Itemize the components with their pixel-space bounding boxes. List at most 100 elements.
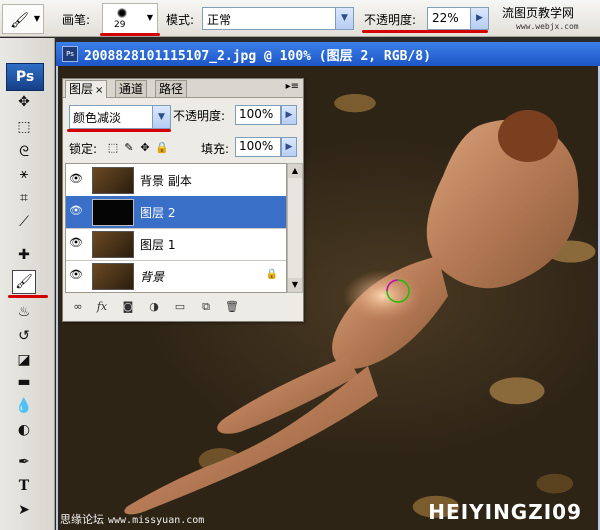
document-title-bar[interactable]: Ps 2008828101115107_2.jpg @ 100% (图层 2, … [56,42,600,66]
eye-icon[interactable]: 👁 [68,236,84,250]
move-tool-icon[interactable]: ✥ [12,90,36,114]
brush-size: 29 [114,20,126,30]
lock-all-icon[interactable]: 🔒 [155,142,169,154]
layer-thumbnail [92,263,134,290]
layer-name: 背景 [140,270,165,284]
layer-thumbnail [92,231,134,258]
chevron-down-icon[interactable]: ▼ [152,106,170,128]
blend-mode-select[interactable]: 颜色减淡 ▼ [69,105,171,129]
toolbox: Ps ✥ ⬚ ᘓ ⚹ ⌗ ⟋ ✚ 🖌 ♨ ↺ ◪ ▬ 💧 ◐ ✒ T ➤ [0,38,55,530]
panel-tabs: 图层 × 通道 路径 ▸≡ [63,79,303,98]
mode-label: 模式: [166,13,195,27]
watermark-url: www.missyuan.com [108,515,205,526]
layer-name: 图层 2 [140,206,176,220]
delete-layer-icon[interactable]: 🗑 [223,299,241,315]
highlight-underline [362,30,488,33]
highlight-underline [8,295,48,298]
type-tool-icon[interactable]: T [12,474,36,498]
eraser-tool-icon[interactable]: ◪ [12,348,36,372]
panel-menu-icon[interactable]: ▸≡ [286,81,299,92]
scroll-up-icon[interactable]: ▲ [288,164,302,178]
lock-transparent-icon[interactable]: ⬚ [107,142,119,154]
chevron-right-icon[interactable]: ▶ [281,105,297,125]
clone-stamp-tool-icon[interactable]: ♨ [12,300,36,324]
opacity-input[interactable]: 22% ▶ [427,7,489,30]
mode-value: 正常 [207,13,232,27]
layer-list-scrollbar[interactable]: ▲ ▼ [287,163,303,293]
blend-mode-value: 颜色减淡 [73,111,122,125]
close-icon[interactable]: × [95,85,103,96]
lasso-tool-icon[interactable]: ᘓ [12,140,36,164]
chevron-right-icon[interactable]: ▶ [470,8,488,29]
marquee-tool-icon[interactable]: ⬚ [12,115,36,139]
layer-name: 背景 副本 [140,174,192,188]
chevron-down-icon[interactable]: ▼ [335,8,353,29]
healing-brush-tool-icon[interactable]: ✚ [12,243,36,267]
crop-tool-icon[interactable]: ⌗ [12,186,36,210]
layer-mask-icon[interactable]: ◙ [119,299,137,315]
ps-logo: Ps [6,63,44,91]
eye-icon[interactable]: 👁 [68,268,84,282]
layer-thumbnail [92,199,134,226]
tab-layers[interactable]: 图层 × [65,80,108,98]
ps-file-icon: Ps [62,46,78,62]
highlight-underline [100,33,160,36]
new-group-icon[interactable]: ▭ [171,299,189,315]
layer-opacity-value: 100% [239,107,274,121]
fill-input[interactable]: 100% [235,137,281,157]
mode-select[interactable]: 正常 ▼ [202,7,354,30]
layer-opacity-input[interactable]: 100% [235,105,281,125]
magic-wand-tool-icon[interactable]: ⚹ [12,162,36,186]
tab-label: 路径 [159,82,184,96]
options-bar: 🖌 ▼ 画笔: 29 ▼ 模式: 正常 ▼ 不透明度: 22% ▶ 流图页教学网… [0,0,600,37]
history-brush-tool-icon[interactable]: ↺ [12,324,36,348]
layers-panel: 图层 × 通道 路径 ▸≡ 颜色减淡 ▼ 不透明度: 100% ▶ 锁定: ⬚ ✎… [62,78,304,322]
eye-icon[interactable]: 👁 [68,204,84,218]
gradient-tool-icon[interactable]: ▬ [12,370,36,394]
layer-thumbnail [92,167,134,194]
new-layer-icon[interactable]: ⧉ [197,299,215,315]
tab-label: 通道 [119,82,144,96]
brush-tip-icon [117,8,127,18]
scroll-down-icon[interactable]: ▼ [288,278,302,292]
layers-footer: ∞ fx ◙ ◑ ▭ ⧉ 🗑 [63,295,303,319]
layer-row[interactable]: 👁 背景 副本 [66,164,286,197]
brush-label: 画笔: [62,13,91,27]
brush-picker[interactable]: 29 ▼ [102,3,158,35]
pen-tool-icon[interactable]: ✒ [12,450,36,474]
blur-tool-icon[interactable]: 💧 [12,394,36,418]
lock-position-icon[interactable]: ✥ [139,142,151,154]
opacity-value: 22% [432,11,459,25]
layer-style-icon[interactable]: fx [93,299,111,315]
fill-label: 填充: [201,142,230,156]
path-selection-tool-icon[interactable]: ➤ [12,498,36,522]
chevron-right-icon[interactable]: ▶ [281,137,297,157]
layer-row[interactable]: 👁 图层 1 [66,228,286,261]
tab-channels[interactable]: 通道 [115,80,148,97]
brush-icon: 🖌 [10,11,30,29]
brush-tool-icon[interactable]: 🖌 [12,270,36,294]
lock-image-icon[interactable]: ✎ [123,142,135,154]
tab-paths[interactable]: 路径 [155,80,188,97]
link-layers-icon[interactable]: ∞ [69,299,87,315]
layer-name: 图层 1 [140,238,176,252]
layer-list: 👁 背景 副本 👁 图层 2 👁 图层 1 👁 背景 🔒 [65,163,287,293]
layer-opacity-label: 不透明度: [173,109,226,123]
eye-icon[interactable]: 👁 [68,172,84,186]
lock-label: 锁定: [69,142,98,156]
watermark-right: HEIYINGZI09 [428,500,582,524]
watermark-forum: 思缘论坛 [60,513,104,526]
dodge-tool-icon[interactable]: ◐ [12,418,36,442]
chevron-down-icon: ▼ [146,13,153,22]
watermark-left: 思缘论坛 www.missyuan.com [60,511,204,527]
highlight-underline [67,129,171,132]
lock-icon: 🔒 [265,269,278,280]
layer-row[interactable]: 👁 图层 2 [66,196,286,229]
adjustment-layer-icon[interactable]: ◑ [145,299,163,315]
slice-tool-icon[interactable]: ⟋ [12,210,36,234]
tool-preset-picker[interactable]: 🖌 ▼ [2,4,44,34]
opacity-label: 不透明度: [364,13,417,27]
site-badge-url: www.webjx.com [516,22,579,31]
site-badge: 流图页教学网 www.webjx.com [502,4,596,34]
layer-row[interactable]: 👁 背景 🔒 [66,260,286,292]
